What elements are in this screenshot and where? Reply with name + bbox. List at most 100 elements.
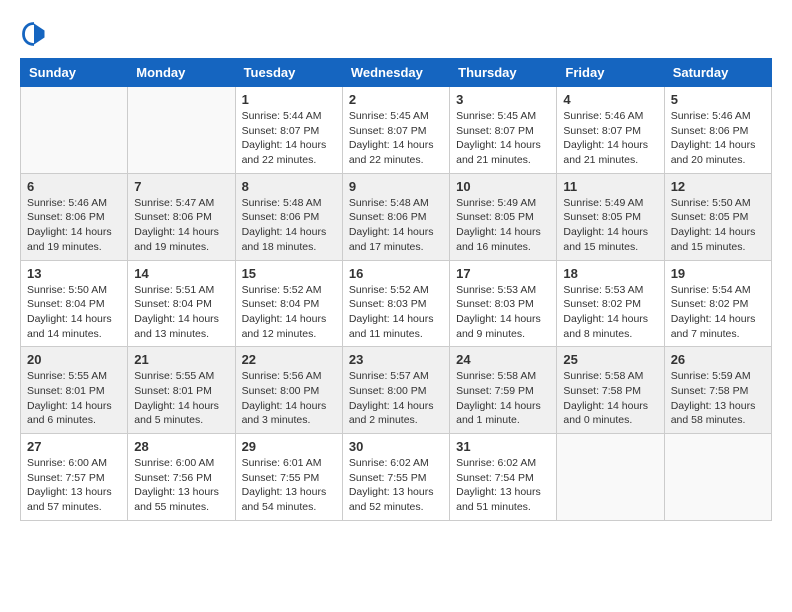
calendar-day-cell: 24Sunrise: 5:58 AM Sunset: 7:59 PM Dayli… (450, 347, 557, 434)
calendar-day-cell: 13Sunrise: 5:50 AM Sunset: 8:04 PM Dayli… (21, 260, 128, 347)
calendar-day-cell: 22 Sunrise: 5:56 AM Sunset: 8:00 PM Dayli… (235, 347, 342, 434)
day-number: 21 (134, 352, 228, 367)
day-number: 12 (671, 179, 765, 194)
day-number: 22 (242, 352, 336, 367)
day-info: Sunrise: 5:47 AM Sunset: 8:06 PM Dayligh… (134, 196, 228, 255)
day-info: Sunrise: 5:55 AM Sunset: 8:01 PM Dayligh… (134, 369, 228, 428)
weekday-header: Wednesday (342, 59, 449, 87)
day-info: Sunrise: 5:50 AM Sunset: 8:04 PM Dayligh… (27, 283, 121, 342)
day-number: 25 (563, 352, 657, 367)
calendar-day-cell: 9 Sunrise: 5:48 AM Sunset: 8:06 PM Daylig… (342, 173, 449, 260)
weekday-header: Thursday (450, 59, 557, 87)
calendar-week-row: 1 Sunrise: 5:44 AM Sunset: 8:07 PM Daylig… (21, 87, 772, 174)
day-number: 5 (671, 92, 765, 107)
calendar-week-row: 20 Sunrise: 5:55 AM Sunset: 8:01 PM Dayli… (21, 347, 772, 434)
day-info: Sunrise: 6:02 AM Sunset: 7:55 PM Dayligh… (349, 456, 443, 515)
day-number: 19 (671, 266, 765, 281)
calendar-day-cell: 8 Sunrise: 5:48 AM Sunset: 8:06 PM Daylig… (235, 173, 342, 260)
day-number: 9 (349, 179, 443, 194)
day-info: Sunrise: 5:46 AM Sunset: 8:06 PM Dayligh… (27, 196, 121, 255)
calendar-day-cell: 1 Sunrise: 5:44 AM Sunset: 8:07 PM Daylig… (235, 87, 342, 174)
calendar-day-cell: 15 Sunrise: 5:52 AM Sunset: 8:04 PM Dayli… (235, 260, 342, 347)
day-info: Sunrise: 5:54 AM Sunset: 8:02 PM Dayligh… (671, 283, 765, 342)
header (20, 20, 772, 48)
day-info: Sunrise: 5:57 AM Sunset: 8:00 PM Dayligh… (349, 369, 443, 428)
day-number: 15 (242, 266, 336, 281)
day-info: Sunrise: 5:51 AM Sunset: 8:04 PM Dayligh… (134, 283, 228, 342)
calendar-day-cell: 30 Sunrise: 6:02 AM Sunset: 7:55 PM Dayli… (342, 434, 449, 521)
day-info: Sunrise: 6:01 AM Sunset: 7:55 PM Dayligh… (242, 456, 336, 515)
day-info: Sunrise: 5:53 AM Sunset: 8:03 PM Dayligh… (456, 283, 550, 342)
day-number: 26 (671, 352, 765, 367)
day-info: Sunrise: 5:52 AM Sunset: 8:04 PM Dayligh… (242, 283, 336, 342)
weekday-header: Saturday (664, 59, 771, 87)
day-info: Sunrise: 6:00 AM Sunset: 7:57 PM Dayligh… (27, 456, 121, 515)
calendar-day-cell (128, 87, 235, 174)
calendar-week-row: 13Sunrise: 5:50 AM Sunset: 8:04 PM Dayli… (21, 260, 772, 347)
calendar-day-cell: 28 Sunrise: 6:00 AM Sunset: 7:56 PM Dayli… (128, 434, 235, 521)
calendar-day-cell: 20Sunrise: 5:55 AM Sunset: 8:01 PM Dayli… (21, 347, 128, 434)
day-info: Sunrise: 5:44 AM Sunset: 8:07 PM Dayligh… (242, 109, 336, 168)
day-info: Sunrise: 5:49 AM Sunset: 8:05 PM Dayligh… (563, 196, 657, 255)
day-info: Sunrise: 5:45 AM Sunset: 8:07 PM Dayligh… (349, 109, 443, 168)
day-number: 17 (456, 266, 550, 281)
calendar-day-cell: 14 Sunrise: 5:51 AM Sunset: 8:04 PM Dayli… (128, 260, 235, 347)
day-number: 3 (456, 92, 550, 107)
day-info: Sunrise: 5:45 AM Sunset: 8:07 PM Dayligh… (456, 109, 550, 168)
day-number: 20 (27, 352, 121, 367)
calendar-day-cell: 18 Sunrise: 5:53 AM Sunset: 8:02 PM Dayli… (557, 260, 664, 347)
day-number: 8 (242, 179, 336, 194)
calendar-day-cell: 11 Sunrise: 5:49 AM Sunset: 8:05 PM Dayli… (557, 173, 664, 260)
day-info: Sunrise: 5:53 AM Sunset: 8:02 PM Dayligh… (563, 283, 657, 342)
calendar-day-cell: 16 Sunrise: 5:52 AM Sunset: 8:03 PM Dayli… (342, 260, 449, 347)
day-number: 24 (456, 352, 550, 367)
calendar-day-cell: 6 Sunrise: 5:46 AM Sunset: 8:06 PM Daylig… (21, 173, 128, 260)
calendar-day-cell (21, 87, 128, 174)
day-number: 27 (27, 439, 121, 454)
header-row: SundayMondayTuesdayWednesdayThursdayFrid… (21, 59, 772, 87)
day-info: Sunrise: 6:00 AM Sunset: 7:56 PM Dayligh… (134, 456, 228, 515)
day-info: Sunrise: 5:56 AM Sunset: 8:00 PM Dayligh… (242, 369, 336, 428)
day-number: 23 (349, 352, 443, 367)
day-info: Sunrise: 5:59 AM Sunset: 7:58 PM Dayligh… (671, 369, 765, 428)
calendar-day-cell: 21 Sunrise: 5:55 AM Sunset: 8:01 PM Dayli… (128, 347, 235, 434)
weekday-header: Sunday (21, 59, 128, 87)
day-info: Sunrise: 5:58 AM Sunset: 7:58 PM Dayligh… (563, 369, 657, 428)
day-number: 18 (563, 266, 657, 281)
day-info: Sunrise: 5:46 AM Sunset: 8:06 PM Dayligh… (671, 109, 765, 168)
logo-icon (20, 20, 48, 48)
day-number: 14 (134, 266, 228, 281)
calendar-day-cell: 23 Sunrise: 5:57 AM Sunset: 8:00 PM Dayli… (342, 347, 449, 434)
calendar-day-cell: 19 Sunrise: 5:54 AM Sunset: 8:02 PM Dayli… (664, 260, 771, 347)
calendar-day-cell: 10Sunrise: 5:49 AM Sunset: 8:05 PM Dayli… (450, 173, 557, 260)
day-info: Sunrise: 5:48 AM Sunset: 8:06 PM Dayligh… (349, 196, 443, 255)
calendar-header: SundayMondayTuesdayWednesdayThursdayFrid… (21, 59, 772, 87)
calendar-day-cell: 3 Sunrise: 5:45 AM Sunset: 8:07 PM Daylig… (450, 87, 557, 174)
calendar-week-row: 27 Sunrise: 6:00 AM Sunset: 7:57 PM Dayli… (21, 434, 772, 521)
calendar-day-cell: 26 Sunrise: 5:59 AM Sunset: 7:58 PM Dayli… (664, 347, 771, 434)
day-number: 11 (563, 179, 657, 194)
day-number: 1 (242, 92, 336, 107)
day-info: Sunrise: 5:52 AM Sunset: 8:03 PM Dayligh… (349, 283, 443, 342)
day-number: 28 (134, 439, 228, 454)
weekday-header: Tuesday (235, 59, 342, 87)
day-info: Sunrise: 5:46 AM Sunset: 8:07 PM Dayligh… (563, 109, 657, 168)
calendar-day-cell: 31 Sunrise: 6:02 AM Sunset: 7:54 PM Dayli… (450, 434, 557, 521)
day-number: 16 (349, 266, 443, 281)
day-number: 31 (456, 439, 550, 454)
day-info: Sunrise: 6:02 AM Sunset: 7:54 PM Dayligh… (456, 456, 550, 515)
logo (20, 20, 52, 48)
calendar-day-cell: 4Sunrise: 5:46 AM Sunset: 8:07 PM Daylig… (557, 87, 664, 174)
day-info: Sunrise: 5:48 AM Sunset: 8:06 PM Dayligh… (242, 196, 336, 255)
calendar-day-cell: 29 Sunrise: 6:01 AM Sunset: 7:55 PM Dayli… (235, 434, 342, 521)
calendar-day-cell: 17 Sunrise: 5:53 AM Sunset: 8:03 PM Dayli… (450, 260, 557, 347)
calendar-day-cell: 5 Sunrise: 5:46 AM Sunset: 8:06 PM Daylig… (664, 87, 771, 174)
day-number: 6 (27, 179, 121, 194)
calendar-day-cell (557, 434, 664, 521)
calendar-body: 1 Sunrise: 5:44 AM Sunset: 8:07 PM Daylig… (21, 87, 772, 521)
day-number: 7 (134, 179, 228, 194)
day-number: 29 (242, 439, 336, 454)
day-number: 30 (349, 439, 443, 454)
calendar-week-row: 6 Sunrise: 5:46 AM Sunset: 8:06 PM Daylig… (21, 173, 772, 260)
calendar-day-cell: 7 Sunrise: 5:47 AM Sunset: 8:06 PM Daylig… (128, 173, 235, 260)
